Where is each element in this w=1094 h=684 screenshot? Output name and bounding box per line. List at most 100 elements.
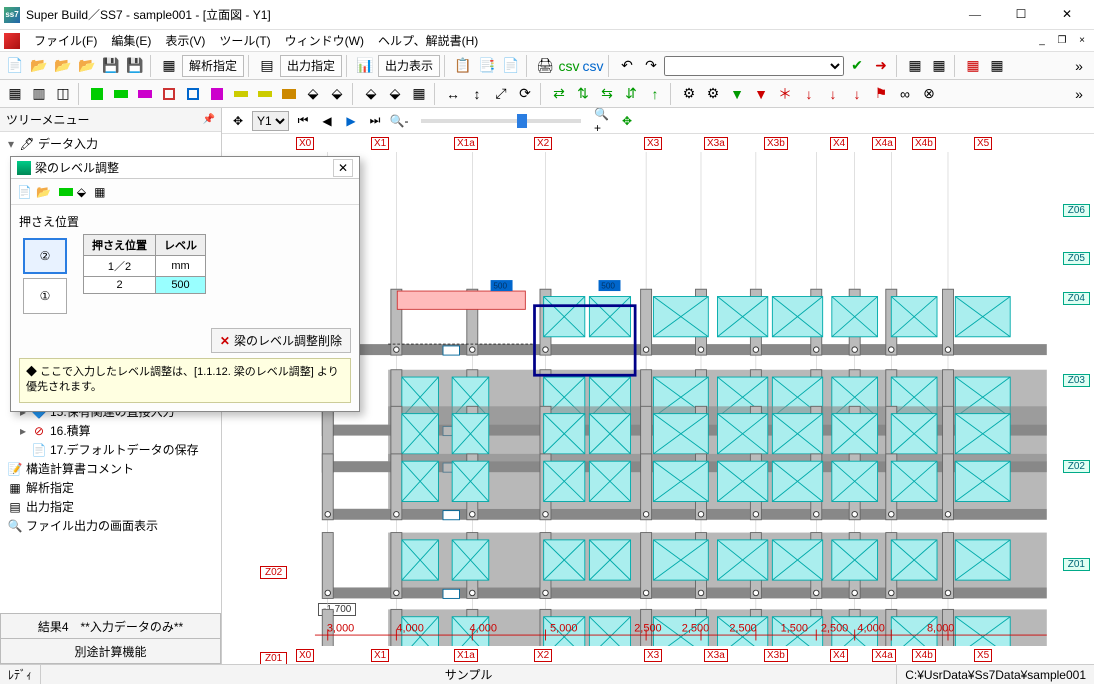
maximize-button[interactable]: ☐: [998, 0, 1044, 30]
view-3d-icon[interactable]: ◫: [52, 83, 74, 105]
c3-icon[interactable]: ⇆: [596, 83, 618, 105]
tree-item[interactable]: ファイル出力の画面表示: [26, 517, 158, 534]
open3-icon[interactable]: 📂: [76, 55, 98, 77]
grid4-icon[interactable]: ▦: [986, 55, 1008, 77]
menu-help[interactable]: ヘルプ、解説書(H): [372, 30, 484, 51]
output-button[interactable]: 出力指定: [280, 55, 342, 77]
c2-icon[interactable]: ⇅: [572, 83, 594, 105]
menu-file[interactable]: ファイル(F): [28, 30, 103, 51]
tree-item[interactable]: 16.積算: [50, 422, 91, 439]
save-icon[interactable]: 💾: [100, 55, 122, 77]
history-combo[interactable]: [664, 56, 844, 76]
pin-icon[interactable]: 📌: [203, 114, 215, 125]
menu-view[interactable]: 表示(V): [159, 30, 211, 51]
s8-icon[interactable]: ↓: [846, 83, 868, 105]
undo-icon[interactable]: ↶: [616, 55, 638, 77]
zoom-out-icon[interactable]: 🔍-: [389, 111, 409, 131]
zoom-in-icon[interactable]: 🔍+: [593, 111, 613, 131]
close-button[interactable]: ✕: [1044, 0, 1090, 30]
menu-window[interactable]: ウィンドウ(W): [279, 30, 370, 51]
tool-b-icon[interactable]: 📑: [476, 55, 498, 77]
grid1-icon[interactable]: ▦: [904, 55, 926, 77]
view-elev-icon[interactable]: ▥: [28, 83, 50, 105]
output-icon[interactable]: ▤: [256, 55, 278, 77]
p13-icon[interactable]: ⬙: [384, 83, 406, 105]
m3-icon[interactable]: ⤢: [490, 83, 512, 105]
analysis-button[interactable]: 解析指定: [182, 55, 244, 77]
mdi-minimize-icon[interactable]: _: [1034, 33, 1050, 49]
last-icon[interactable]: ⏭: [365, 111, 385, 131]
s3-icon[interactable]: ▼: [726, 83, 748, 105]
s5-icon[interactable]: ＊: [774, 83, 796, 105]
p9-icon[interactable]: [278, 83, 300, 105]
p11-icon[interactable]: ⬙: [326, 83, 348, 105]
minimize-button[interactable]: —: [952, 0, 998, 30]
p7-icon[interactable]: [230, 83, 252, 105]
print-icon[interactable]: 🖨: [534, 55, 556, 77]
p12-icon[interactable]: ⬙: [360, 83, 382, 105]
output-view-icon[interactable]: 📊: [354, 55, 376, 77]
csv2-icon[interactable]: csv: [582, 55, 604, 77]
c1-icon[interactable]: ⇄: [548, 83, 570, 105]
p8-icon[interactable]: [254, 83, 276, 105]
c4-icon[interactable]: ⇵: [620, 83, 642, 105]
result-button[interactable]: 結果4 **入力データのみ**: [0, 613, 221, 639]
delete-button[interactable]: ✕梁のレベル調整削除: [211, 328, 351, 353]
s4-icon[interactable]: ▼: [750, 83, 772, 105]
frame-combo[interactable]: Y1: [252, 111, 289, 131]
s1-icon[interactable]: ⚙: [678, 83, 700, 105]
p1-icon[interactable]: [86, 83, 108, 105]
new-icon[interactable]: 📄: [4, 55, 26, 77]
dialog-close-icon[interactable]: ✕: [333, 159, 353, 177]
c5-icon[interactable]: ↑: [644, 83, 666, 105]
d-tb4-icon[interactable]: ⬙: [77, 185, 86, 199]
menu-edit[interactable]: 編集(E): [105, 30, 157, 51]
twisty-icon[interactable]: ▾: [6, 137, 16, 151]
level-table[interactable]: 押さえ位置レベル 1／2mm 2500: [83, 234, 206, 294]
prev-icon[interactable]: ◀: [317, 111, 337, 131]
pick-icon[interactable]: ✥: [228, 111, 248, 131]
s9-icon[interactable]: ⚑: [870, 83, 892, 105]
dialog-titlebar[interactable]: 梁のレベル調整 ✕: [11, 157, 359, 179]
menu-tool[interactable]: ツール(T): [213, 30, 276, 51]
tree-item[interactable]: 解析指定: [26, 479, 74, 496]
tree-item[interactable]: 出力指定: [26, 498, 74, 515]
redo-icon[interactable]: ↷: [640, 55, 662, 77]
saveall-icon[interactable]: 💾: [124, 55, 146, 77]
s11-icon[interactable]: ⊗: [918, 83, 940, 105]
mdi-restore-icon[interactable]: ❐: [1054, 33, 1070, 49]
s6-icon[interactable]: ↓: [798, 83, 820, 105]
next-icon[interactable]: ▶: [341, 111, 361, 131]
m2-icon[interactable]: ↕: [466, 83, 488, 105]
output-view-button[interactable]: 出力表示: [378, 55, 440, 77]
arrow-icon[interactable]: ➜: [870, 55, 892, 77]
more2-icon[interactable]: »: [1068, 83, 1090, 105]
tool-c-icon[interactable]: 📄: [500, 55, 522, 77]
open2-icon[interactable]: 📂: [52, 55, 74, 77]
p14-icon[interactable]: ▦: [408, 83, 430, 105]
tree-item[interactable]: 17.デフォルトデータの保存: [50, 441, 199, 458]
p10-icon[interactable]: ⬙: [302, 83, 324, 105]
p6-icon[interactable]: [206, 83, 228, 105]
more-icon[interactable]: »: [1068, 55, 1090, 77]
view-plan-icon[interactable]: ▦: [4, 83, 26, 105]
s7-icon[interactable]: ↓: [822, 83, 844, 105]
open-icon[interactable]: 📂: [28, 55, 50, 77]
p3-icon[interactable]: [134, 83, 156, 105]
p2-icon[interactable]: [110, 83, 132, 105]
grid3-icon[interactable]: ▦: [962, 55, 984, 77]
first-icon[interactable]: ⏮: [293, 111, 313, 131]
option-1[interactable]: ①: [23, 278, 67, 314]
m1-icon[interactable]: ↔: [442, 83, 464, 105]
analysis-icon[interactable]: ▦: [158, 55, 180, 77]
d-tb1-icon[interactable]: 📄: [17, 185, 32, 199]
s10-icon[interactable]: ∞: [894, 83, 916, 105]
d-tb5-icon[interactable]: ▦: [94, 185, 105, 199]
pan-icon[interactable]: ✥: [617, 111, 637, 131]
ok-icon[interactable]: ✔: [846, 55, 868, 77]
m4-icon[interactable]: ⟳: [514, 83, 536, 105]
d-tb3-icon[interactable]: [59, 188, 73, 196]
p4-icon[interactable]: [158, 83, 180, 105]
s2-icon[interactable]: ⚙: [702, 83, 724, 105]
csv-icon[interactable]: csv: [558, 55, 580, 77]
